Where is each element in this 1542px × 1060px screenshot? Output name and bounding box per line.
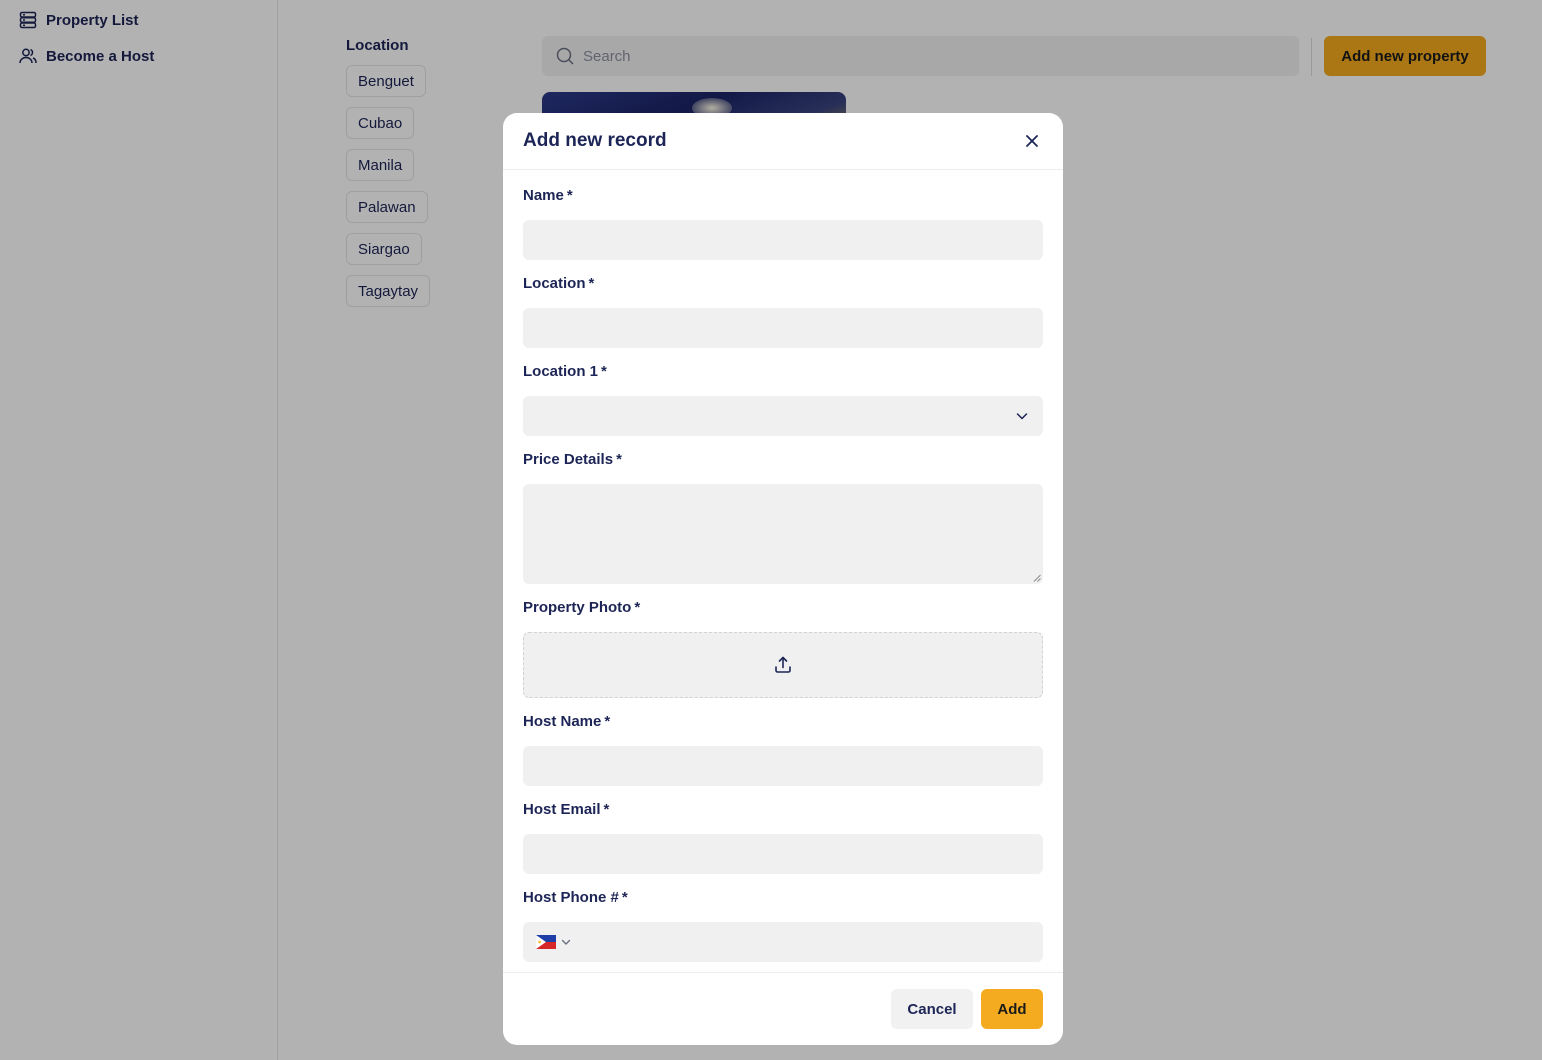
host-phone-input[interactable] [523, 922, 1043, 962]
required-asterisk: * [601, 363, 607, 380]
close-button[interactable] [1021, 130, 1043, 152]
property-photo-label: Property Photo * [523, 598, 1043, 618]
name-label-text: Name [523, 187, 564, 204]
host-name-label-text: Host Name [523, 713, 602, 730]
modal-body: Name * Location * Location 1 * Price Detail… [523, 170, 1043, 972]
host-email-input[interactable] [523, 834, 1043, 874]
name-label: Name * [523, 186, 1043, 206]
resize-grip-icon[interactable] [1033, 574, 1041, 582]
add-button[interactable]: Add [981, 989, 1043, 1029]
host-name-label: Host Name * [523, 712, 1043, 732]
required-asterisk: * [621, 889, 628, 906]
price-details-field-group: Price Details * [523, 450, 1043, 584]
host-phone-field-group: Host Phone # * [523, 888, 1043, 962]
required-asterisk: * [604, 713, 611, 730]
modal-footer: Cancel Add [503, 972, 1063, 1045]
host-email-label: Host Email * [523, 800, 1043, 820]
host-name-field-group: Host Name * [523, 712, 1043, 786]
location-label-text: Location [523, 275, 586, 292]
location-input[interactable] [523, 308, 1043, 348]
add-record-modal: Add new record Name * Location * Location … [503, 113, 1063, 1045]
modal-title: Add new record [523, 130, 667, 151]
required-asterisk: * [616, 451, 622, 468]
host-phone-label: Host Phone # * [523, 888, 1043, 908]
location1-label-text: Location 1 [523, 363, 599, 380]
name-field-group: Name * [523, 186, 1043, 260]
property-photo-label-text: Property Photo [523, 599, 632, 616]
host-email-field-group: Host Email * [523, 800, 1043, 874]
chevron-down-icon [1016, 413, 1028, 420]
location-label: Location * [523, 274, 1043, 294]
price-details-label-text: Price Details [523, 451, 614, 468]
required-asterisk: * [634, 599, 641, 616]
modal-header: Add new record [503, 113, 1063, 170]
close-icon [1026, 135, 1038, 147]
cancel-button[interactable]: Cancel [891, 989, 973, 1029]
property-photo-upload[interactable] [523, 632, 1043, 698]
required-asterisk: * [603, 801, 610, 818]
name-input[interactable] [523, 220, 1043, 260]
location1-field-group: Location 1 * [523, 362, 1043, 436]
host-email-label-text: Host Email [523, 801, 601, 818]
host-name-input[interactable] [523, 746, 1043, 786]
location-field-group: Location * [523, 274, 1043, 348]
price-details-textarea[interactable] [523, 484, 1043, 584]
chevron-down-icon[interactable] [560, 936, 572, 948]
required-asterisk: * [588, 275, 595, 292]
host-phone-label-text: Host Phone # [523, 889, 619, 906]
upload-icon [775, 656, 791, 673]
price-details-label: Price Details * [523, 450, 1043, 470]
property-photo-field-group: Property Photo * [523, 598, 1043, 698]
required-asterisk: * [566, 187, 573, 204]
location1-select[interactable] [523, 396, 1043, 436]
location1-label: Location 1 * [523, 362, 1043, 382]
philippines-flag-icon[interactable] [536, 935, 556, 949]
